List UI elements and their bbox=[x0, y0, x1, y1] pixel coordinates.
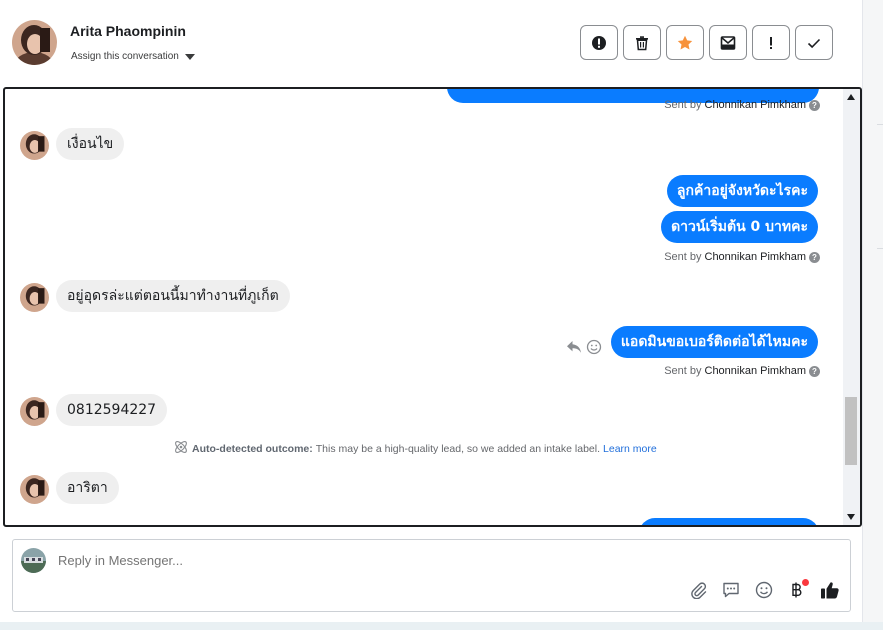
sent-by-label: Sent by Chonnikan Pimkham ? bbox=[664, 99, 820, 111]
message-bubble-out[interactable]: ลูกค้าอยู่จังหวัดะไรคะ bbox=[666, 175, 818, 207]
emoji-button[interactable] bbox=[754, 581, 774, 604]
sender-avatar bbox=[20, 283, 49, 312]
paperclip-icon bbox=[689, 581, 707, 604]
trash-icon bbox=[634, 35, 650, 51]
sent-by-prefix: Sent by bbox=[664, 99, 702, 111]
thumbs-up-icon bbox=[820, 580, 840, 605]
contact-avatar[interactable] bbox=[12, 20, 57, 65]
sent-by-prefix: Sent by bbox=[664, 251, 702, 263]
exclamation-icon bbox=[763, 35, 779, 51]
sender-avatar bbox=[20, 475, 49, 504]
conversation-actions bbox=[580, 25, 833, 60]
lead-atom-icon bbox=[173, 439, 189, 458]
mark-done-button[interactable] bbox=[795, 25, 833, 60]
auto-detected-outcome-notice: Auto-detected outcome: This may be a hig… bbox=[173, 439, 657, 458]
delete-button[interactable] bbox=[623, 25, 661, 60]
check-icon bbox=[806, 35, 822, 51]
reply-composer bbox=[12, 539, 851, 612]
conversation-header: Arita Phaompinin Assign this conversatio… bbox=[0, 0, 862, 86]
message-hover-actions bbox=[566, 339, 602, 360]
message-thread[interactable]: Sent by Chonnikan Pimkham ? เงื่อนไข ลูก… bbox=[3, 87, 862, 527]
mark-unread-button[interactable] bbox=[709, 25, 747, 60]
conversation-panel: Arita Phaompinin Assign this conversatio… bbox=[0, 0, 862, 630]
divider bbox=[877, 248, 883, 249]
mark-unread-icon bbox=[720, 35, 736, 51]
sent-by-prefix: Sent by bbox=[664, 365, 702, 377]
emoji-icon bbox=[755, 581, 773, 604]
bottom-strip bbox=[0, 622, 883, 630]
message-bubble-out[interactable]: แอดมินขอเบอร์ติดต่อได้ไหมคะ bbox=[610, 326, 818, 358]
assign-conversation-dropdown[interactable]: Assign this conversation bbox=[71, 51, 195, 62]
payment-button[interactable] bbox=[787, 579, 809, 602]
alert-circle-icon bbox=[591, 35, 607, 51]
notification-dot bbox=[802, 579, 809, 586]
message-bubble-in[interactable]: 0812594227 bbox=[56, 394, 168, 426]
message-bubble-out[interactable]: ดาวน์เริ่มต้น 0 บาทคะ bbox=[661, 211, 818, 243]
message-bubble-in[interactable]: เงื่อนไข bbox=[56, 128, 125, 160]
saved-replies-button[interactable] bbox=[721, 582, 741, 602]
emoji-react-icon[interactable] bbox=[586, 339, 602, 360]
page-avatar bbox=[21, 548, 46, 573]
like-button[interactable] bbox=[820, 580, 840, 605]
follow-up-button[interactable] bbox=[752, 25, 790, 60]
scroll-down-arrow-icon[interactable] bbox=[847, 514, 855, 520]
star-button[interactable] bbox=[666, 25, 704, 60]
sender-avatar bbox=[20, 131, 49, 160]
agent-name: Chonnikan Pimkham bbox=[704, 99, 807, 111]
scroll-up-arrow-icon[interactable] bbox=[847, 94, 855, 100]
thread-scrollbar[interactable] bbox=[843, 89, 860, 525]
help-icon[interactable]: ? bbox=[809, 99, 820, 111]
reply-icon[interactable] bbox=[566, 340, 582, 359]
agent-name: Chonnikan Pimkham bbox=[704, 365, 807, 377]
message-bubble-in[interactable]: อาริตา bbox=[56, 472, 119, 504]
learn-more-link[interactable]: Learn more bbox=[603, 443, 657, 455]
reply-input[interactable] bbox=[58, 553, 658, 568]
outcome-label: Auto-detected outcome: bbox=[192, 442, 313, 455]
assign-label: Assign this conversation bbox=[71, 51, 179, 62]
sender-avatar bbox=[20, 397, 49, 426]
help-icon[interactable]: ? bbox=[809, 251, 820, 263]
scrollbar-thumb[interactable] bbox=[845, 397, 857, 465]
star-icon bbox=[677, 35, 693, 51]
contact-name[interactable]: Arita Phaompinin bbox=[70, 23, 186, 39]
agent-name: Chonnikan Pimkham bbox=[704, 251, 807, 263]
divider bbox=[877, 124, 883, 125]
help-icon[interactable]: ? bbox=[809, 365, 820, 377]
attach-button[interactable] bbox=[688, 581, 708, 604]
outcome-text: This may be a high-quality lead, so we a… bbox=[315, 442, 601, 455]
message-bubble-in[interactable]: อยู่อุดรล่ะแต่ตอนนี้มาทำงานที่ภูเก็ต bbox=[56, 280, 290, 312]
saved-reply-icon bbox=[722, 581, 740, 604]
sent-by-label: Sent by Chonnikan Pimkham ? bbox=[664, 251, 820, 263]
message-bubble-out-partial[interactable] bbox=[639, 518, 819, 525]
caret-down-icon bbox=[184, 53, 195, 60]
sent-by-label: Sent by Chonnikan Pimkham ? bbox=[664, 365, 820, 377]
spam-button[interactable] bbox=[580, 25, 618, 60]
side-panel-edge bbox=[862, 0, 883, 630]
composer-toolbar bbox=[688, 579, 840, 605]
